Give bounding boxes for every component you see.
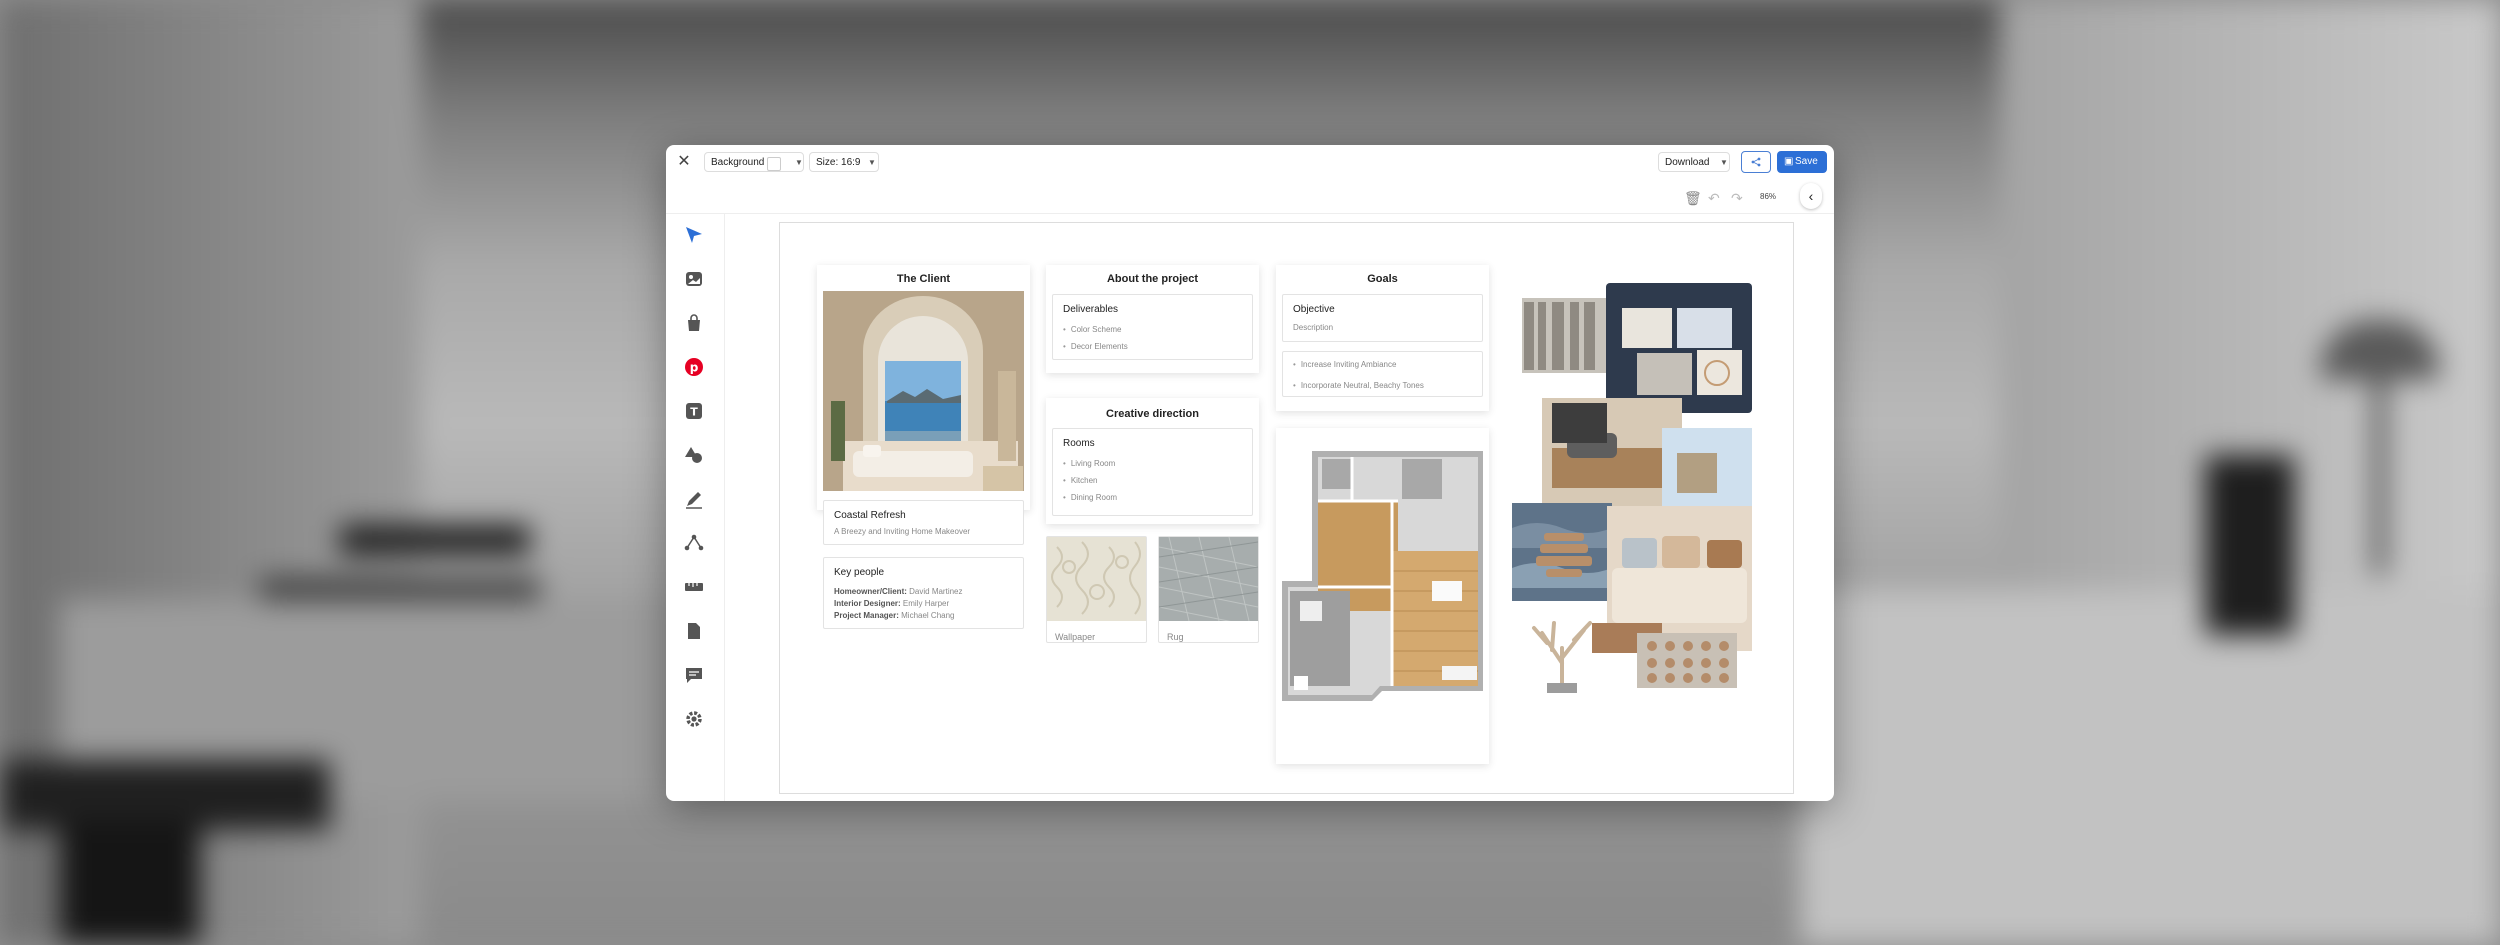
wallpaper-image <box>1047 537 1146 621</box>
ruler-tool-icon[interactable] <box>683 576 705 598</box>
select-tool-icon[interactable] <box>683 224 705 246</box>
image-tool-icon[interactable] <box>683 268 705 290</box>
close-icon[interactable]: ✕ <box>676 154 692 170</box>
rug-swatch-card[interactable]: Rug <box>1158 536 1259 643</box>
settings-gear-icon[interactable] <box>683 708 705 730</box>
swatch-label: Wallpaper <box>1055 632 1096 642</box>
creative-heading: Creative direction <box>1106 408 1199 420</box>
goals-list: Increase Inviting Ambiance Incorporate N… <box>1283 352 1482 396</box>
list-item: Increase Inviting Ambiance <box>1293 356 1472 373</box>
client-heading: The Client <box>896 273 951 285</box>
size-select[interactable]: Size: 16:9 ▼ <box>809 152 879 172</box>
background-label: Background <box>711 157 765 168</box>
rooms-list: Living Room Kitchen Dining Room <box>1053 453 1252 508</box>
project-title: Coastal Refresh <box>834 510 906 521</box>
rooms-title: Rooms <box>1063 438 1095 449</box>
objective-card[interactable]: Objective Description <box>1282 294 1483 342</box>
background-color-swatch[interactable] <box>767 157 781 171</box>
project-title-card[interactable]: Coastal Refresh A Breezy and Inviting Ho… <box>823 500 1024 545</box>
zoom-level[interactable]: 86% <box>1760 192 1776 201</box>
chevron-left-icon: ‹ <box>1808 188 1814 204</box>
goals-list-card[interactable]: Increase Inviting Ambiance Incorporate N… <box>1282 351 1483 397</box>
inspiration-collage[interactable] <box>1512 278 1752 698</box>
svg-text:T: T <box>690 406 698 419</box>
deliverables-card[interactable]: Deliverables Color Scheme Decor Elements <box>1052 294 1253 360</box>
moodboard-canvas[interactable]: The Client Coastal Refresh A Breezy and … <box>779 222 1794 794</box>
shapes-tool-icon[interactable] <box>683 444 705 466</box>
person-name: David Martinez <box>909 587 963 596</box>
list-item: Living Room <box>1063 455 1242 472</box>
objective-title: Objective <box>1293 304 1335 315</box>
chevron-down-icon: ▼ <box>795 158 803 167</box>
list-item: Dining Room <box>1063 489 1242 506</box>
key-people-card[interactable]: Key people Homeowner/Client: David Marti… <box>823 557 1024 629</box>
person-role: Interior Designer: <box>834 599 901 608</box>
deliverables-list: Color Scheme Decor Elements <box>1053 319 1252 357</box>
pinterest-icon[interactable]: p <box>683 356 705 378</box>
deliverables-title: Deliverables <box>1063 304 1119 315</box>
save-icon: ▣ <box>1784 156 1794 167</box>
trash-icon[interactable]: 🗑 <box>1684 190 1702 207</box>
comment-tool-icon[interactable] <box>683 664 705 686</box>
svg-text:p: p <box>690 361 699 375</box>
chevron-down-icon: ▼ <box>1720 158 1728 167</box>
rooms-card[interactable]: Rooms Living Room Kitchen Dining Room <box>1052 428 1253 516</box>
background-select[interactable]: Background ▼ <box>704 152 804 172</box>
about-heading: About the project <box>1106 273 1199 285</box>
key-people-title: Key people <box>834 567 885 578</box>
list-item: Decor Elements <box>1063 338 1242 355</box>
person-name: Michael Chang <box>901 611 955 620</box>
divider <box>666 213 1834 214</box>
download-select[interactable]: Download ▼ <box>1658 152 1730 172</box>
goals-heading: Goals <box>1367 273 1398 285</box>
person-line: Interior Designer: Emily Harper <box>824 598 1023 610</box>
person-line: Project Manager: Michael Chang <box>824 610 1023 622</box>
list-item: Incorporate Neutral, Beachy Tones <box>1293 377 1472 394</box>
pen-tool-icon[interactable] <box>683 488 705 510</box>
share-icon <box>1751 157 1761 167</box>
tool-sidebar: p T <box>666 214 725 801</box>
document-tool-icon[interactable] <box>683 620 705 642</box>
person-line: Homeowner/Client: David Martinez <box>824 586 1023 598</box>
redo-icon[interactable]: ↷ <box>1731 190 1743 207</box>
size-label: Size: 16:9 <box>816 157 861 168</box>
living-room-photo[interactable] <box>823 291 1024 491</box>
connector-tool-icon[interactable] <box>683 532 705 554</box>
moodboard-editor-modal: ✕ Background ▼ Size: 16:9 ▼ Download ▼ ▣… <box>666 145 1834 801</box>
person-name: Emily Harper <box>902 599 950 608</box>
save-label: Save <box>1795 156 1818 167</box>
person-role: Project Manager: <box>834 611 899 620</box>
rug-image <box>1158 536 1259 628</box>
share-button[interactable] <box>1741 151 1771 173</box>
top-toolbar: ✕ Background ▼ Size: 16:9 ▼ Download ▼ ▣… <box>666 145 1834 179</box>
collapse-panel-button[interactable]: ‹ <box>1800 183 1822 209</box>
wallpaper-swatch-card[interactable]: Wallpaper <box>1046 536 1147 643</box>
person-role: Homeowner/Client: <box>834 587 907 596</box>
swatch-label: Rug <box>1167 632 1184 642</box>
save-button[interactable]: ▣ Save <box>1777 151 1827 173</box>
download-label: Download <box>1665 157 1710 168</box>
objective-description: Description <box>1293 323 1334 332</box>
shopping-bag-icon[interactable] <box>683 312 705 334</box>
chevron-down-icon: ▼ <box>868 158 876 167</box>
floor-plan-image[interactable] <box>1282 441 1483 706</box>
list-item: Kitchen <box>1063 472 1242 489</box>
text-tool-icon[interactable]: T <box>683 400 705 422</box>
undo-icon[interactable]: ↶ <box>1708 190 1720 207</box>
list-item: Color Scheme <box>1063 321 1242 338</box>
project-subtitle: A Breezy and Inviting Home Makeover <box>834 527 971 536</box>
